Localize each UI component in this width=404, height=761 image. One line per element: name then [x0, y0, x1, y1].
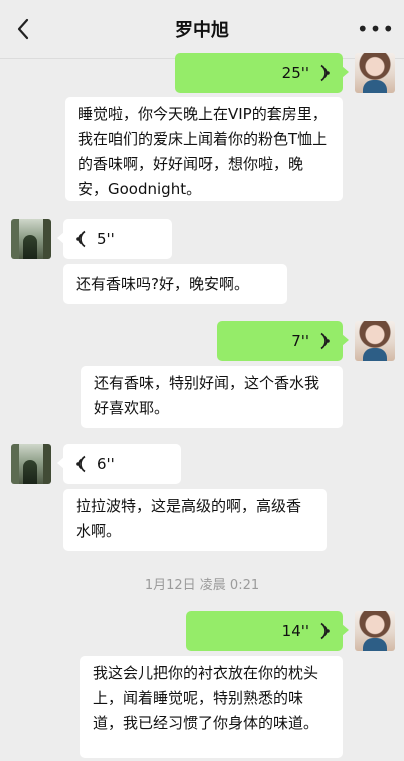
voice-duration: 14'' [281, 621, 309, 640]
more-button[interactable]: ••• [356, 14, 396, 44]
text-message-bubble[interactable]: 睡觉啦，你今天晚上在VIP的套房里，我在咱们的爱床上闻着你的粉色T恤上的香味啊，… [65, 97, 343, 201]
voice-message-bubble[interactable]: 7'' [217, 321, 349, 361]
voice-message-bubble[interactable]: 6'' [57, 444, 181, 484]
voice-message-bubble[interactable]: 25'' [175, 53, 349, 93]
chat-title: 罗中旭 [175, 20, 229, 41]
voice-duration: 6'' [97, 454, 115, 473]
voice-wave-icon [320, 64, 330, 82]
voice-duration: 7'' [291, 331, 309, 350]
voice-wave-icon [76, 230, 86, 248]
voice-duration: 25'' [281, 63, 309, 82]
voice-message-bubble[interactable]: 14'' [186, 611, 349, 651]
avatar[interactable] [11, 444, 51, 484]
text-message-bubble[interactable]: 我这会儿把你的衬衣放在你的枕头上，闻着睡觉呢，特别熟悉的味道，我已经习惯了你身体… [80, 656, 343, 758]
voice-message-bubble[interactable]: 5'' [57, 219, 172, 259]
avatar[interactable] [355, 321, 395, 361]
avatar[interactable] [355, 611, 395, 651]
voice-wave-icon [76, 455, 86, 473]
avatar[interactable] [355, 53, 395, 93]
text-message-bubble[interactable]: 还有香味吗?好，晚安啊。 [63, 264, 287, 304]
text-message-bubble[interactable]: 还有香味，特别好闻，这个香水我好喜欢耶。 [81, 366, 343, 428]
avatar[interactable] [11, 219, 51, 259]
text-message-bubble[interactable]: 拉拉波特，这是高级的啊，高级香水啊。 [63, 489, 327, 551]
more-icon: ••• [356, 17, 396, 41]
timestamp: 1月12日 凌晨 0:21 [144, 578, 260, 593]
voice-wave-icon [320, 622, 330, 640]
voice-duration: 5'' [97, 229, 115, 248]
chat-header: 罗中旭 ••• [0, 0, 404, 59]
voice-wave-icon [320, 332, 330, 350]
